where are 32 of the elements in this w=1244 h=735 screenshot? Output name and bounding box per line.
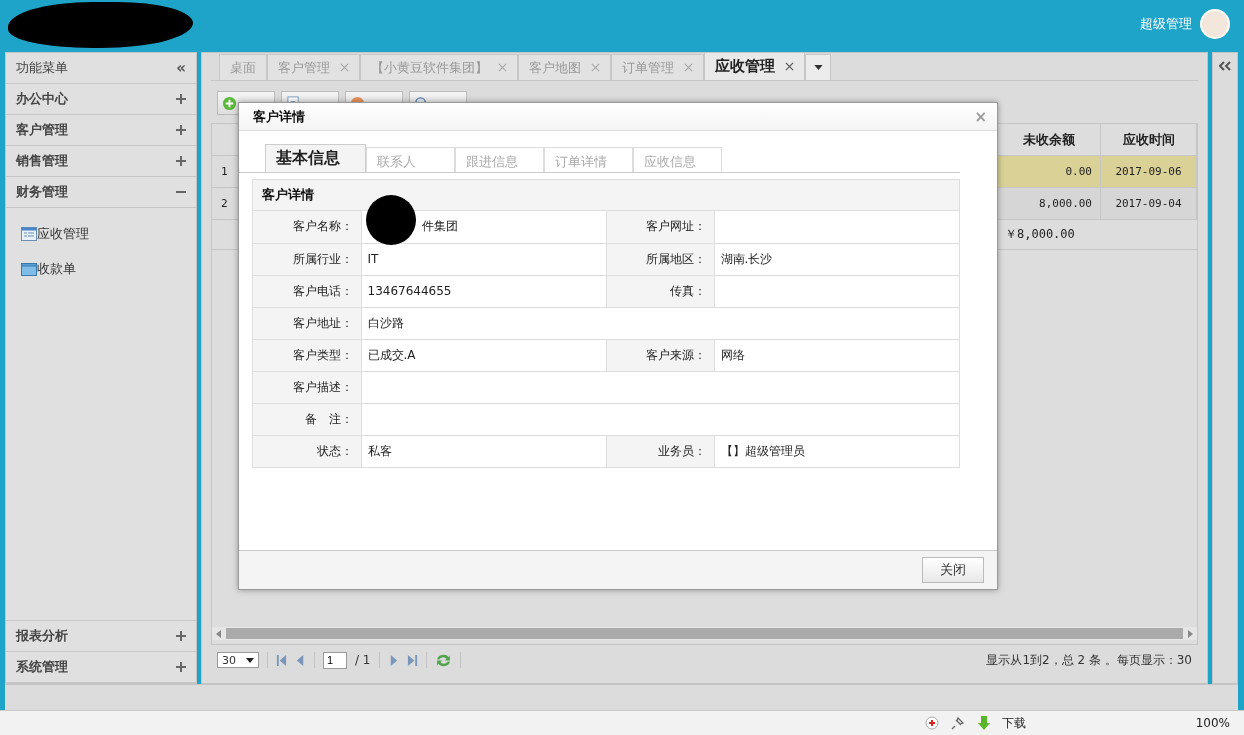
pagination-summary: 显示从1到2，总 2 条 。每页显示：30 xyxy=(986,651,1192,669)
field-label: 客户名称： xyxy=(253,211,361,243)
field-label: 所属地区： xyxy=(606,243,714,275)
table-cell: 2017-09-04 xyxy=(1101,188,1197,219)
field-value: 件集团 xyxy=(421,219,458,234)
field-value: 【】超级管理员 xyxy=(720,443,805,458)
field-label: 状态： xyxy=(253,435,361,467)
section-title: 客户详情 xyxy=(253,180,959,211)
field-label: 所属行业： xyxy=(253,243,361,275)
field-label: 传真： xyxy=(606,275,714,307)
row-number: 2 xyxy=(212,188,240,219)
field-label: 客户网址： xyxy=(606,211,714,243)
field-value: 网络 xyxy=(720,347,745,362)
field-label: 客户类型： xyxy=(253,339,361,371)
row-number: 1 xyxy=(212,156,240,187)
field-value: 湖南.长沙 xyxy=(720,251,773,266)
field-value: IT xyxy=(367,252,379,266)
field-value: 白沙路 xyxy=(367,315,404,330)
field-label: 客户描述： xyxy=(253,371,361,403)
field-label: 客户来源： xyxy=(606,339,714,371)
field-label: 业务员： xyxy=(606,435,714,467)
field-value: 13467644655 xyxy=(367,284,452,298)
field-label: 客户电话： xyxy=(253,275,361,307)
total-amount: ￥8,000.00 xyxy=(1004,226,1076,243)
field-value: 已成交.A xyxy=(367,347,416,362)
page-count: / 1 xyxy=(355,653,371,667)
table-cell: 2017-09-06 xyxy=(1101,156,1197,187)
field-value: 私客 xyxy=(367,443,392,458)
sidebar-title: 功能菜单 xyxy=(16,59,68,77)
field-label: 备 注： xyxy=(253,403,361,435)
dialog-title: 客户详情 xyxy=(253,107,305,126)
field-label: 客户地址： xyxy=(253,307,361,339)
